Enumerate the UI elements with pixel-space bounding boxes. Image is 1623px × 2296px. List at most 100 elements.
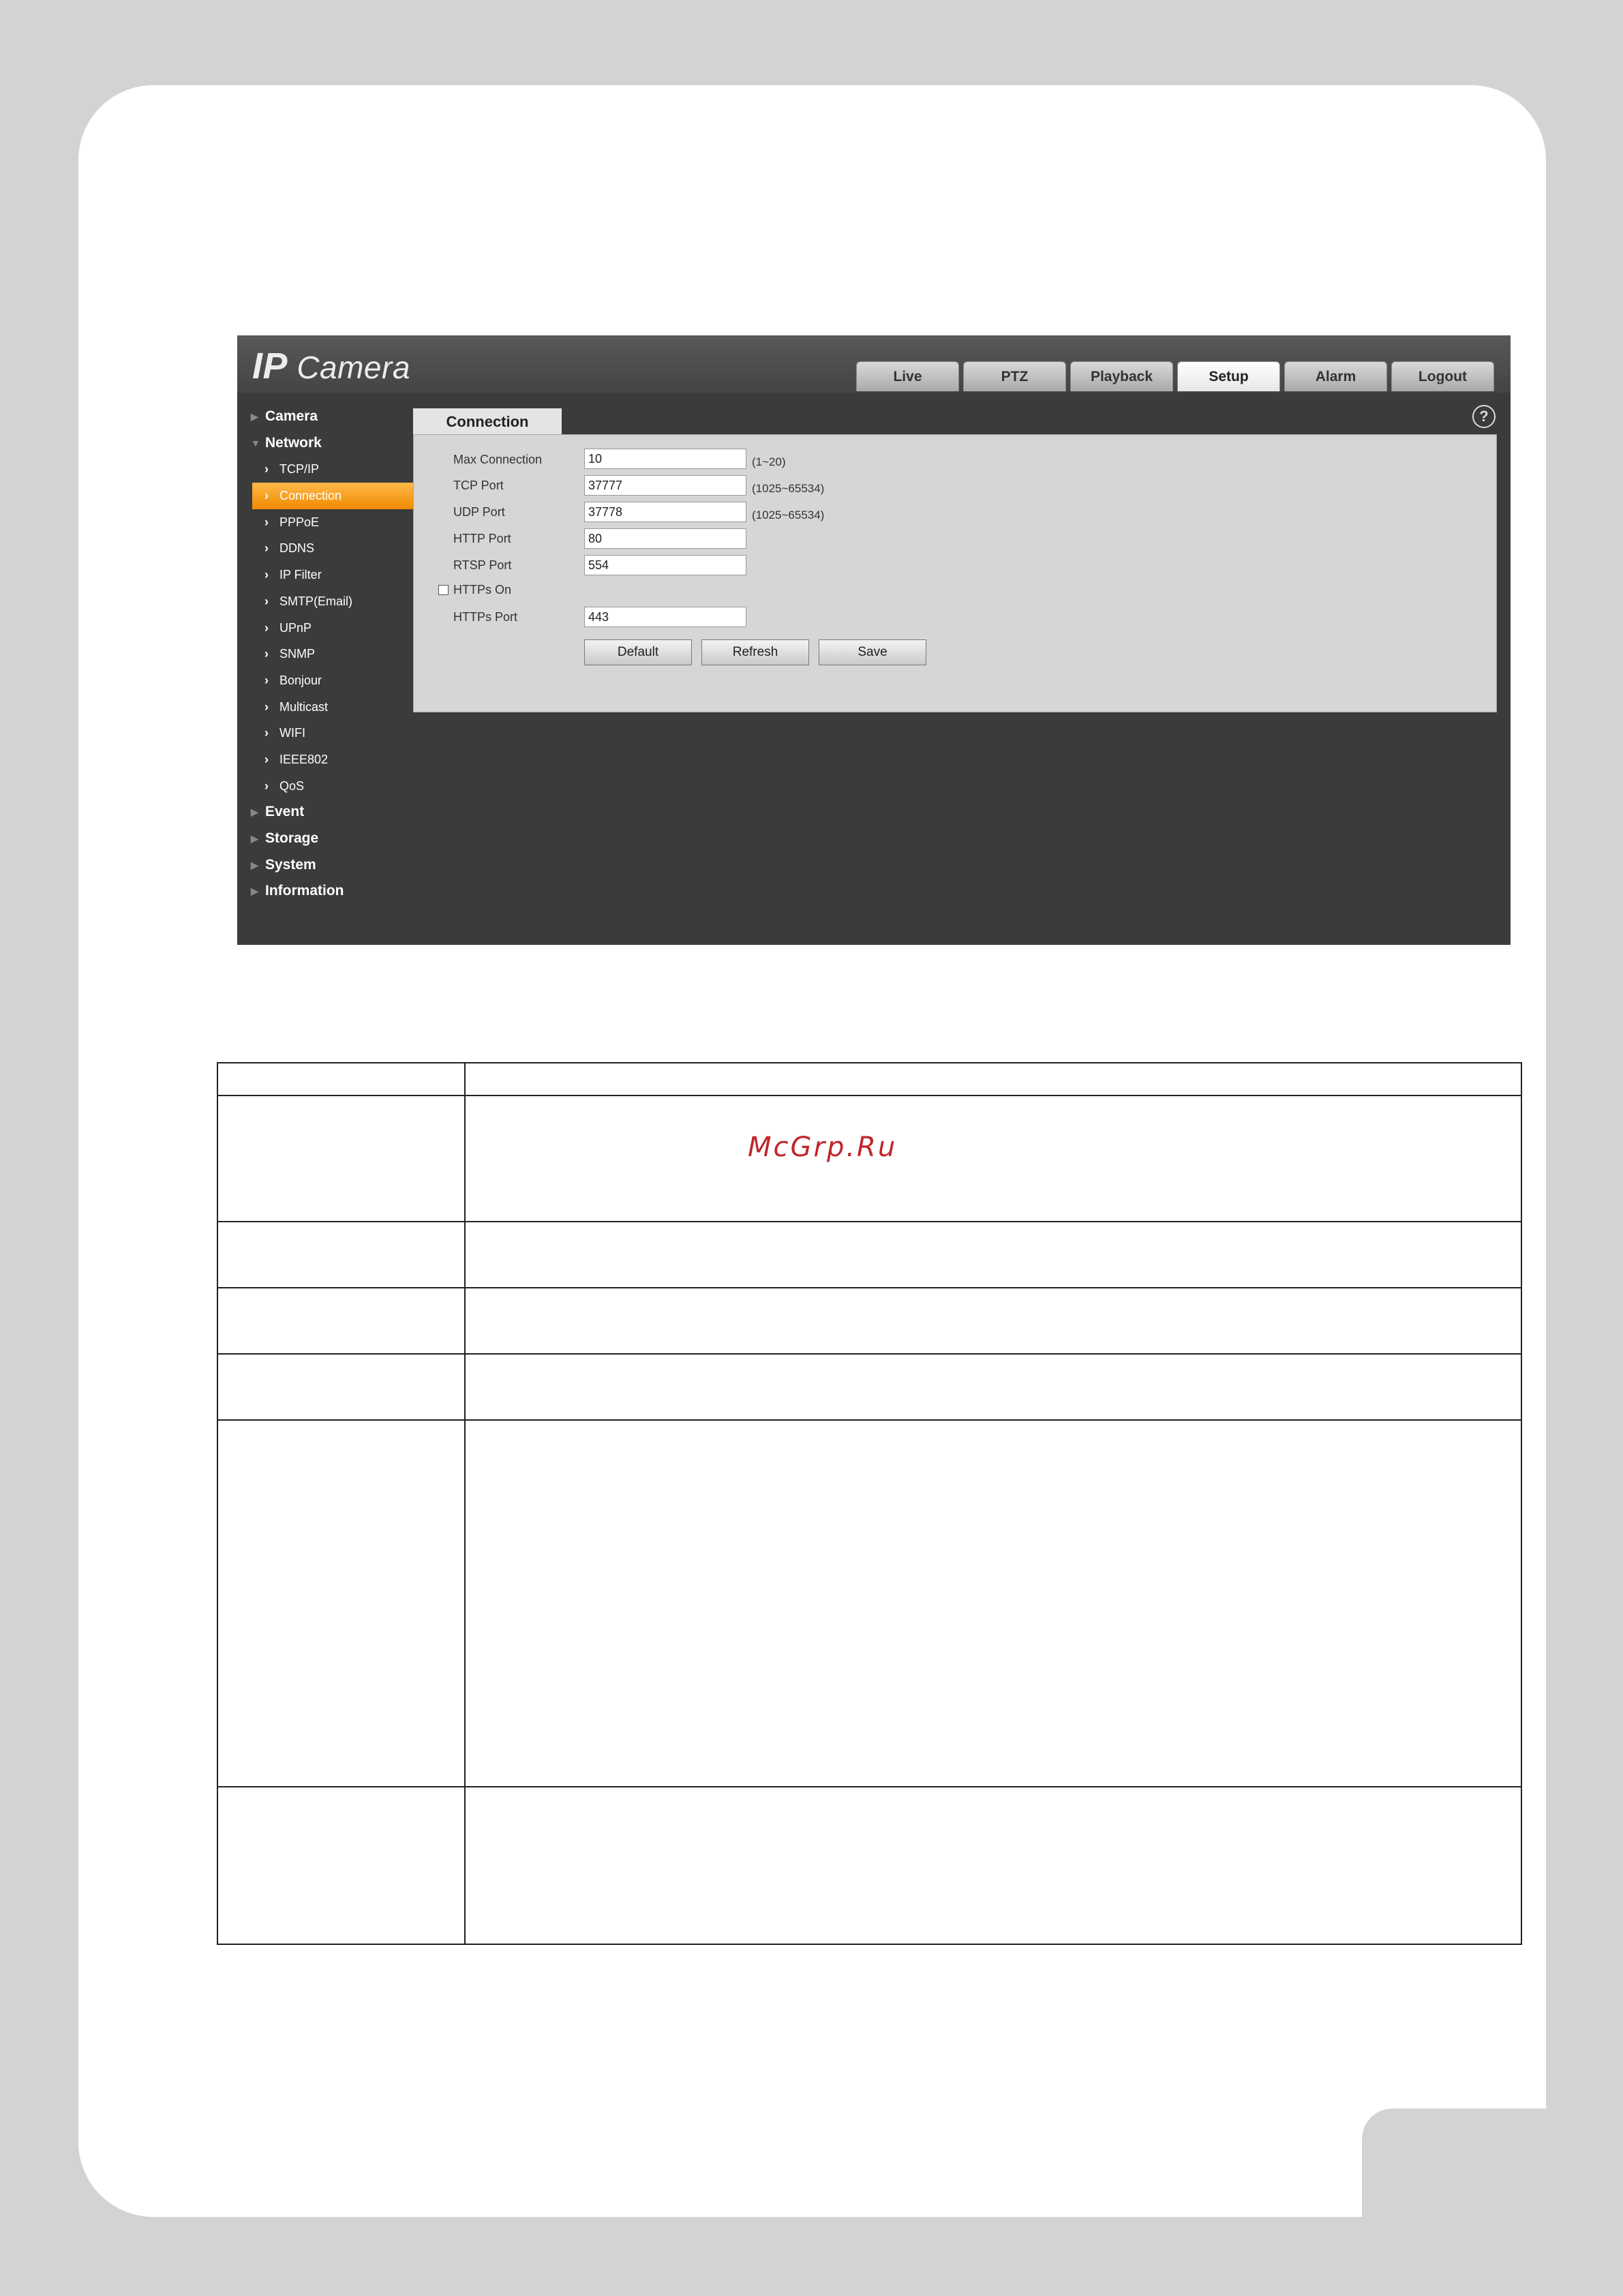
triangle-right-icon: ▶ bbox=[251, 411, 258, 422]
column-divider bbox=[464, 1063, 466, 1095]
triangle-right-icon: ▶ bbox=[251, 859, 258, 871]
save-button[interactable]: Save bbox=[819, 639, 926, 665]
https-on-label: HTTPs On bbox=[453, 583, 512, 596]
table-row bbox=[217, 1786, 1522, 1945]
column-divider bbox=[464, 1288, 466, 1353]
sidebar-item-label: Event bbox=[265, 804, 305, 820]
sidebar: ▶ Camera ▼ Network › TCP/IP › Connection… bbox=[237, 404, 413, 905]
header-bar: IP Camera Live PTZ Playback Setup Alarm … bbox=[237, 335, 1511, 393]
chevron-right-icon: › bbox=[264, 594, 269, 608]
rtsp-port-label: RTSP Port bbox=[453, 558, 512, 572]
sidebar-item-connection[interactable]: › Connection bbox=[252, 483, 413, 509]
sidebar-item-label: SMTP(Email) bbox=[279, 594, 352, 608]
column-divider bbox=[464, 1096, 466, 1221]
tab-setup[interactable]: Setup bbox=[1177, 361, 1280, 391]
max-connection-input[interactable]: 10 bbox=[584, 449, 746, 469]
sidebar-item-label: Storage bbox=[265, 830, 319, 846]
tab-playback[interactable]: Playback bbox=[1070, 361, 1173, 391]
triangle-right-icon: ▶ bbox=[251, 806, 258, 818]
default-button[interactable]: Default bbox=[584, 639, 692, 665]
sidebar-item-system[interactable]: ▶ System bbox=[237, 852, 413, 879]
app-logo: IP Camera bbox=[252, 345, 410, 387]
chevron-right-icon: › bbox=[264, 515, 269, 529]
sidebar-item-storage[interactable]: ▶ Storage bbox=[237, 826, 413, 852]
table-row bbox=[217, 1353, 1522, 1421]
ip-camera-screenshot: IP Camera Live PTZ Playback Setup Alarm … bbox=[237, 335, 1511, 945]
http-port-label: HTTP Port bbox=[453, 532, 511, 545]
sidebar-item-qos[interactable]: › QoS bbox=[237, 773, 413, 800]
sidebar-item-label: QoS bbox=[279, 779, 305, 793]
tcp-port-label: TCP Port bbox=[453, 479, 504, 492]
sidebar-item-snmp[interactable]: › SNMP bbox=[237, 641, 413, 667]
sidebar-item-label: Multicast bbox=[279, 699, 329, 714]
chevron-right-icon: › bbox=[264, 752, 269, 766]
main-tabs: Live PTZ Playback Setup Alarm Logout bbox=[856, 361, 1498, 393]
sidebar-item-label: Bonjour bbox=[279, 673, 322, 687]
sidebar-item-label: Network bbox=[265, 434, 322, 451]
chevron-right-icon: › bbox=[264, 462, 269, 477]
watermark-text: McGrp.Ru bbox=[748, 1132, 898, 1163]
https-port-label: HTTPs Port bbox=[453, 610, 518, 624]
chevron-right-icon: › bbox=[264, 568, 269, 582]
sidebar-item-label: IEEE802 bbox=[279, 752, 329, 766]
tab-connection[interactable]: Connection bbox=[413, 408, 562, 434]
triangle-right-icon: ▶ bbox=[251, 833, 258, 844]
sidebar-item-information[interactable]: ▶ Information bbox=[237, 878, 413, 905]
chevron-right-icon: › bbox=[264, 620, 269, 635]
max-connection-label: Max Connection bbox=[453, 453, 543, 466]
tab-alarm[interactable]: Alarm bbox=[1284, 361, 1387, 391]
sidebar-item-ddns[interactable]: › DDNS bbox=[237, 535, 413, 562]
sidebar-item-label: IP Filter bbox=[279, 568, 322, 582]
table-row bbox=[217, 1287, 1522, 1355]
chevron-right-icon: › bbox=[264, 673, 269, 687]
sidebar-item-label: PPPoE bbox=[279, 515, 320, 529]
rtsp-port-input[interactable]: 554 bbox=[584, 555, 746, 575]
tab-ptz[interactable]: PTZ bbox=[963, 361, 1066, 391]
triangle-right-icon: ▶ bbox=[251, 886, 258, 897]
udp-port-label: UDP Port bbox=[453, 505, 505, 519]
sidebar-item-bonjour[interactable]: › Bonjour bbox=[237, 667, 413, 694]
chevron-right-icon: › bbox=[264, 647, 269, 661]
udp-port-range: (1025~65534) bbox=[752, 509, 825, 522]
sidebar-item-label: Camera bbox=[265, 408, 318, 424]
chevron-right-icon: › bbox=[264, 489, 269, 503]
sidebar-item-label: WIFI bbox=[279, 726, 305, 740]
http-port-input[interactable]: 80 bbox=[584, 528, 746, 549]
chevron-right-icon: › bbox=[264, 541, 269, 556]
sidebar-item-ieee802[interactable]: › IEEE802 bbox=[237, 746, 413, 773]
chevron-right-icon: › bbox=[264, 699, 269, 714]
sidebar-item-camera[interactable]: ▶ Camera bbox=[237, 404, 413, 430]
sidebar-item-label: DDNS bbox=[279, 541, 315, 556]
tab-live[interactable]: Live bbox=[856, 361, 959, 391]
https-on-checkbox[interactable] bbox=[438, 585, 449, 595]
sidebar-item-label: Connection bbox=[279, 489, 342, 503]
tab-logout[interactable]: Logout bbox=[1391, 361, 1494, 391]
sidebar-item-label: SNMP bbox=[279, 647, 316, 661]
sidebar-item-label: TCP/IP bbox=[279, 462, 320, 477]
refresh-button[interactable]: Refresh bbox=[701, 639, 809, 665]
connection-settings-panel: Max Connection 10 (1~20) TCP Port 37777 … bbox=[413, 434, 1497, 712]
page-corner-tab bbox=[1362, 2109, 1623, 2296]
column-divider bbox=[464, 1355, 466, 1419]
https-port-input[interactable]: 443 bbox=[584, 607, 746, 627]
column-divider bbox=[464, 1222, 466, 1287]
udp-port-input[interactable]: 37778 bbox=[584, 502, 746, 522]
sidebar-item-upnp[interactable]: › UPnP bbox=[237, 615, 413, 641]
sidebar-item-tcpip[interactable]: › TCP/IP bbox=[237, 456, 413, 483]
chevron-right-icon: › bbox=[264, 726, 269, 740]
sidebar-item-label: Information bbox=[265, 883, 344, 899]
sidebar-item-wifi[interactable]: › WIFI bbox=[237, 720, 413, 746]
sidebar-item-network[interactable]: ▼ Network bbox=[237, 430, 413, 457]
logo-camera: Camera bbox=[297, 350, 410, 385]
sidebar-item-multicast[interactable]: › Multicast bbox=[237, 694, 413, 721]
sidebar-item-event[interactable]: ▶ Event bbox=[237, 799, 413, 826]
tcp-port-input[interactable]: 37777 bbox=[584, 475, 746, 496]
sidebar-item-smtp[interactable]: › SMTP(Email) bbox=[237, 588, 413, 615]
table-header-row bbox=[217, 1062, 1522, 1096]
sidebar-item-ip-filter[interactable]: › IP Filter bbox=[237, 562, 413, 588]
logo-ip: IP bbox=[252, 346, 288, 387]
table-row bbox=[217, 1419, 1522, 1787]
sidebar-item-pppoe[interactable]: › PPPoE bbox=[237, 509, 413, 536]
help-icon[interactable]: ? bbox=[1472, 405, 1496, 428]
triangle-down-icon: ▼ bbox=[251, 437, 260, 449]
